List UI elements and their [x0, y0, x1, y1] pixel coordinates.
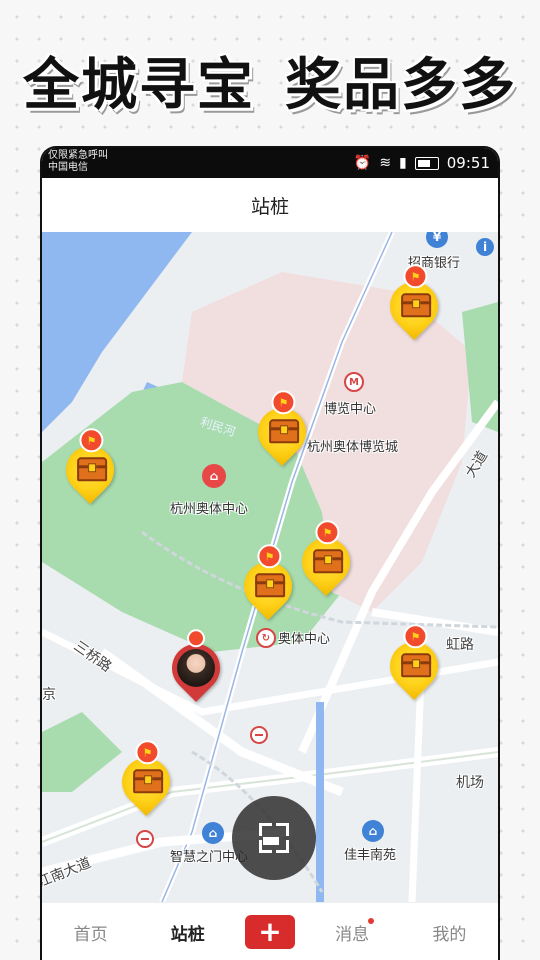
unread-dot [368, 917, 375, 924]
page-title: 站桩 [250, 195, 289, 218]
building-icon[interactable]: ⌂ [202, 822, 224, 844]
tab-messages[interactable]: 消息 [312, 917, 392, 945]
battery-icon [414, 156, 439, 170]
label-expo-center: 博览中心 [324, 402, 377, 417]
wifi-icon: ≋ [379, 155, 392, 171]
carrier-line-2: 中国电信 [48, 162, 88, 173]
tab-bar: 首页 站桩 + 消息 我的 [42, 902, 498, 960]
status-time: 09:51 [446, 154, 490, 172]
label-sports-center: 杭州奥体中心 [170, 502, 249, 517]
label-expo-city: 杭州奥体博览城 [307, 440, 399, 455]
no-entry-icon [250, 726, 268, 744]
label-road-prefix: 京 [42, 687, 56, 703]
metro-icon[interactable]: M [344, 372, 364, 392]
tab-station[interactable]: 站桩 [148, 920, 228, 945]
metro-icon-2[interactable]: ↻ [256, 628, 276, 648]
no-entry-icon-2 [136, 830, 154, 848]
label-olympic-center: 奥体中心 [278, 632, 331, 647]
status-bar: 仅限紧急呼叫 中国电信 ⏰ ≋ ▮ 09:51 [42, 148, 498, 178]
avatar [177, 649, 215, 687]
carrier-info: 仅限紧急呼叫 中国电信 [48, 150, 108, 174]
headline-left: 全城寻宝 [23, 53, 255, 118]
signal-icon: ▮ [399, 155, 407, 171]
building-icon-2[interactable]: ⌂ [362, 820, 384, 842]
tab-profile[interactable]: 我的 [409, 920, 489, 945]
map-view[interactable]: ¥ 招商银行 i M 博览中心 杭州奥体博览城 利民河 ⌂ 杭州奥体中心 ↻ 奥… [42, 232, 498, 902]
nav-bar: 站桩 [42, 178, 498, 232]
status-icons: ⏰ ≋ ▮ 09:51 [354, 154, 490, 172]
tab-messages-label: 消息 [335, 924, 370, 945]
scan-button[interactable] [232, 796, 316, 880]
label-jiafeng: 佳丰南苑 [344, 848, 397, 863]
carrier-line-1: 仅限紧急呼叫 [48, 150, 108, 161]
poi-icon[interactable]: i [476, 238, 494, 256]
add-button[interactable]: + [244, 915, 295, 949]
stadium-icon[interactable]: ⌂ [202, 464, 226, 488]
label-rainbow-road: 虹路 [446, 637, 474, 653]
headline-right: 奖品多多 [285, 53, 517, 118]
tab-home[interactable]: 首页 [51, 920, 131, 945]
phone-frame: 仅限紧急呼叫 中国电信 ⏰ ≋ ▮ 09:51 站桩 ¥ 招商银行 i M 博览… [42, 148, 498, 960]
headline: 全城寻宝 奖品多多 [0, 40, 540, 121]
park-south [42, 712, 122, 792]
scan-icon [259, 823, 289, 853]
alarm-icon: ⏰ [353, 155, 372, 171]
label-airport: 机场 [456, 775, 484, 791]
